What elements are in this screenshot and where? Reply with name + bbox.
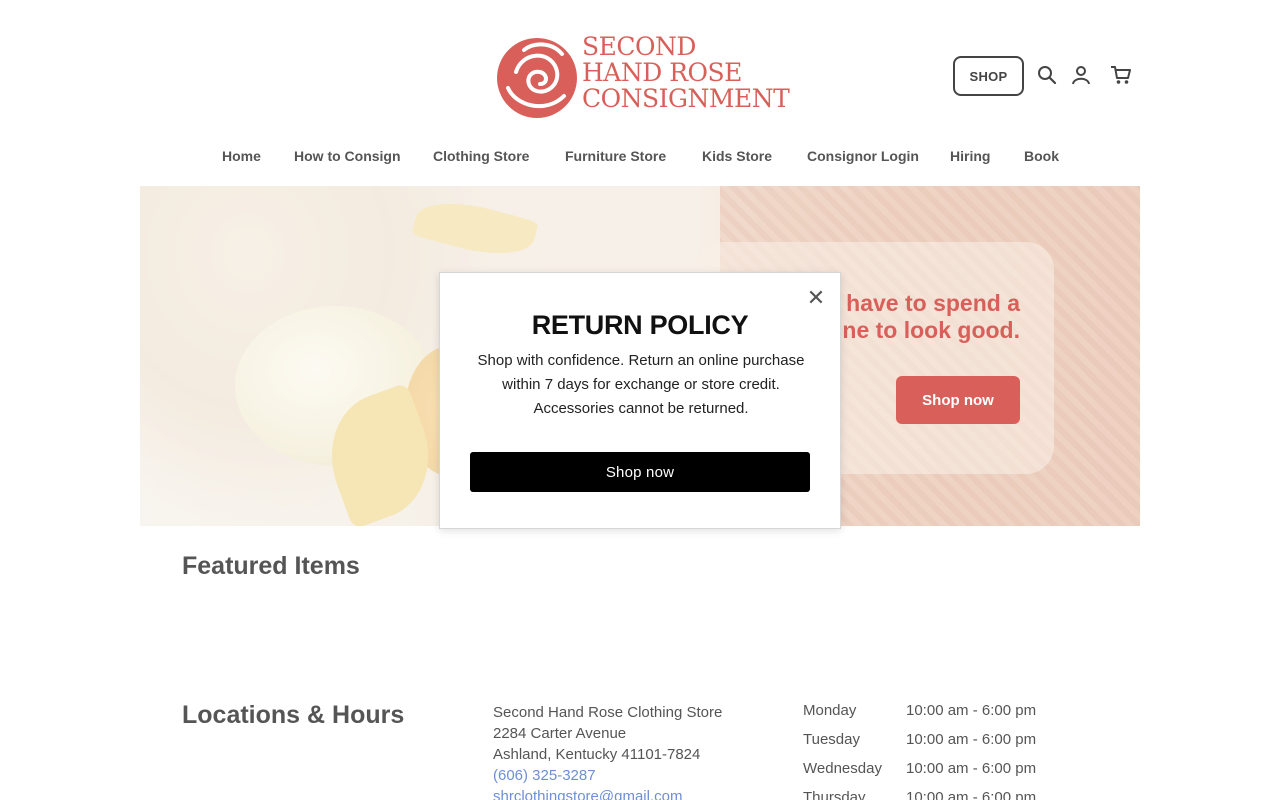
hours-day: Wednesday (803, 760, 882, 777)
hours-row: Monday 10:00 am - 6:00 pm (803, 702, 1063, 731)
hero-headline-line-2: ne to look good. (842, 317, 1020, 343)
brand-logo[interactable]: SECOND HAND ROSE CONSIGNMENT (494, 30, 790, 122)
logo-wordmark: SECOND HAND ROSE CONSIGNMENT (582, 32, 790, 113)
locations-heading: Locations & Hours (182, 701, 405, 729)
rose-logo-icon (497, 38, 577, 118)
nav-item-furniture-store[interactable]: Furniture Store (565, 148, 666, 164)
nav-item-consignor-login[interactable]: Consignor Login (807, 148, 919, 164)
hours-time: 10:00 am - 6:00 pm (906, 789, 1037, 800)
nav-item-home[interactable]: Home (222, 148, 261, 164)
search-icon[interactable] (1036, 64, 1058, 86)
store-street: 2284 Carter Avenue (493, 725, 627, 742)
hours-row: Wednesday 10:00 am - 6:00 pm (803, 760, 1063, 789)
store-hours: Monday 10:00 am - 6:00 pm Tuesday 10:00 … (803, 702, 1063, 800)
shop-button[interactable]: SHOP (953, 56, 1024, 96)
modal-title: RETURN POLICY (531, 310, 749, 340)
nav-item-how-to-consign[interactable]: How to Consign (294, 148, 401, 164)
modal-shop-now-button[interactable]: Shop now (470, 452, 810, 492)
store-address: Second Hand Rose Clothing Store 2284 Car… (493, 702, 722, 800)
hours-day: Thursday (803, 789, 866, 800)
store-city: Ashland, Kentucky 41101-7824 (493, 746, 701, 763)
logo-line-2: HAND ROSE (582, 58, 742, 87)
hours-time: 10:00 am - 6:00 pm (906, 731, 1037, 748)
hero-headline: have to spend a ne to look good. (842, 290, 1020, 344)
nav-item-hiring[interactable]: Hiring (950, 148, 990, 164)
nav-item-kids-store[interactable]: Kids Store (702, 148, 772, 164)
close-icon[interactable]: ✕ (806, 287, 826, 309)
logo-line-3: CONSIGNMENT (582, 84, 790, 113)
featured-items-heading: Featured Items (182, 552, 360, 580)
site-header: SECOND HAND ROSE CONSIGNMENT SHOP Home H… (0, 0, 1280, 186)
modal-body: Shop with confidence. Return an online p… (477, 352, 805, 417)
store-name: Second Hand Rose Clothing Store (493, 704, 723, 721)
main-nav: Home How to Consign Clothing Store Furni… (0, 148, 1280, 168)
hours-time: 10:00 am - 6:00 pm (906, 760, 1037, 777)
hours-day: Tuesday (803, 731, 860, 748)
nav-item-book[interactable]: Book (1024, 148, 1059, 164)
hours-row: Thursday 10:00 am - 6:00 pm (803, 789, 1063, 800)
hours-row: Tuesday 10:00 am - 6:00 pm (803, 731, 1063, 760)
account-icon[interactable] (1070, 64, 1092, 86)
cart-icon[interactable] (1110, 64, 1132, 86)
return-policy-modal: ✕ RETURN POLICY Shop with confidence. Re… (439, 272, 841, 529)
store-email-link[interactable]: shrclothingstore@gmail.com (493, 786, 722, 800)
store-phone-link[interactable]: (606) 325-3287 (493, 765, 722, 786)
hero-headline-line-1: have to spend a (846, 290, 1020, 316)
hours-day: Monday (803, 702, 857, 719)
hours-time: 10:00 am - 6:00 pm (906, 702, 1037, 719)
nav-item-clothing-store[interactable]: Clothing Store (433, 148, 529, 164)
hero-shop-now-button[interactable]: Shop now (896, 376, 1020, 424)
logo-line-1: SECOND (582, 32, 696, 61)
